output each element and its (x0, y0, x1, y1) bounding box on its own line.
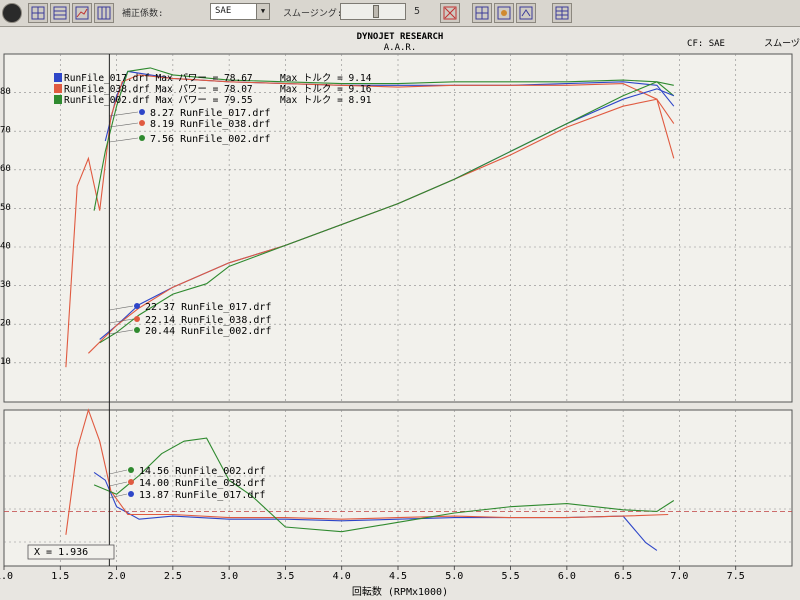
hand-icon (497, 6, 511, 20)
x-tick-label: 1.0 (0, 571, 13, 582)
grid-icon (475, 6, 489, 20)
x-tick-label: 5.5 (502, 571, 520, 582)
chevron-down-icon: ▼ (256, 4, 269, 19)
export-button[interactable] (516, 3, 536, 23)
cursor-marker (128, 479, 134, 485)
cursor-marker (134, 303, 140, 309)
table-view-button[interactable] (94, 3, 114, 23)
x-tick-label: 4.5 (389, 571, 407, 582)
afr-cursor-labels: 14.56 RunFile_002.drf14.00 RunFile_038.d… (109, 466, 265, 501)
left-tick-label: 80 (0, 87, 11, 97)
cursor-marker (139, 135, 145, 141)
x-tick-label: 6.0 (558, 571, 576, 582)
legend: RunFile_017.drf Max パワー = 78.67 Max トルク =… (54, 73, 372, 106)
afr-plot-area (3, 409, 793, 567)
zoom-button[interactable] (440, 3, 460, 23)
left-tick-label: 20 (0, 319, 11, 329)
cursor-value-label: 20.44 RunFile_002.drf (145, 326, 271, 337)
afr-panel: 14.56 RunFile_002.drf14.00 RunFile_038.d… (3, 408, 793, 567)
cursor-value-label: 7.56 RunFile_002.drf (150, 134, 270, 145)
cursor-readout: X = 1.936 (34, 547, 88, 558)
dyno-chart: DYNOJET RESEARCH A.A.R. CF: SAE スムーヅ Run… (0, 32, 800, 598)
legend-entry: RunFile_002.drf Max パワー = 79.55 (64, 95, 253, 106)
grid-icon (555, 6, 569, 20)
cursor-marker (128, 467, 134, 473)
left-tick-label: 40 (0, 241, 11, 251)
x-tick-label: 1.5 (51, 571, 69, 582)
app-logo-icon (2, 3, 22, 23)
chart-icon (75, 6, 89, 20)
x-tick-label: 3.5 (276, 571, 294, 582)
cursor-marker (128, 491, 134, 497)
left-tick-label: 50 (0, 203, 11, 213)
correction-factor-label: CF: SAE (687, 39, 725, 49)
grid-icon (53, 6, 67, 20)
chart-title: DYNOJET RESEARCH (357, 32, 444, 42)
legend-swatch (54, 73, 62, 82)
print-button[interactable] (472, 3, 492, 23)
cursor-marker (134, 316, 140, 322)
left-tick-label: 10 (0, 357, 11, 367)
chart-subtitle: A.A.R. (384, 43, 417, 53)
smoothing-slider-thumb[interactable] (372, 5, 379, 18)
legend-entry: RunFile_017.drf Max パワー = 78.67 (64, 73, 253, 84)
export-icon (519, 6, 533, 20)
x-tick-label: 4.0 (333, 571, 351, 582)
smoothing-label: スムージング: (283, 9, 343, 19)
x-axis-label: 回転数 (RPMx1000) (352, 585, 448, 598)
correction-label: 補正係数: (122, 9, 164, 19)
x-tick-label: 2.5 (164, 571, 182, 582)
table-icon (97, 6, 111, 20)
legend-torque-entry: Max トルク = 8.91 (280, 95, 372, 106)
smoothing-header-label: スムーヅ (764, 38, 800, 49)
left-tick-label: 30 (0, 280, 11, 290)
cursor-value-label: 22.37 RunFile_017.drf (145, 302, 271, 313)
cursor-value-label: 8.27 RunFile_017.drf (150, 108, 270, 119)
legend-entry: RunFile_038.drf Max パワー = 78.07 (64, 84, 253, 95)
x-axis-ticks: 1.0 1.5 2.0 2.5 3.0 3.5 4.0 4.5 5.0 5.5 6.0 6.5 7.0 7… (0, 566, 745, 582)
compare-button[interactable] (50, 3, 70, 23)
settings-button[interactable] (552, 3, 572, 23)
correction-value: SAE (215, 6, 232, 16)
cursor-value-label: 8.19 RunFile_038.drf (150, 119, 270, 130)
x-tick-label: 5.0 (445, 571, 463, 582)
graph-view-button[interactable] (72, 3, 92, 23)
cursor-value-label: 14.56 RunFile_002.drf (139, 466, 265, 477)
legend-torque-entry: Max トルク = 9.16 (280, 84, 372, 95)
x-tick-label: 7.0 (670, 571, 688, 582)
zoom-icon (443, 6, 457, 20)
x-tick-label: 7.5 (727, 571, 745, 582)
grid-icon (31, 6, 45, 20)
legend-swatch (54, 95, 62, 104)
open-file-button[interactable] (28, 3, 48, 23)
power-torque-panel: RunFile_017.drf Max パワー = 78.67 Max トルク =… (3, 53, 793, 403)
legend-torque-entry: Max トルク = 9.14 (280, 73, 372, 84)
x-tick-label: 3.0 (220, 571, 238, 582)
cursor-value-label: 14.00 RunFile_038.drf (139, 478, 265, 489)
cursor-value-label: 22.14 RunFile_038.drf (145, 315, 271, 326)
cursor-marker (139, 109, 145, 115)
cursor-value-label: 13.87 RunFile_017.drf (139, 490, 265, 501)
smoothing-value: 5 (414, 6, 421, 17)
x-tick-label: 6.5 (614, 571, 632, 582)
cursor-marker (134, 327, 140, 333)
hand-tool-button[interactable] (494, 3, 514, 23)
smoothing-slider[interactable] (340, 3, 406, 20)
left-tick-label: 60 (0, 164, 11, 174)
legend-swatch (54, 84, 62, 93)
cursor-marker (139, 120, 145, 126)
correction-select[interactable]: SAE ▼ (210, 3, 270, 20)
toolbar: 補正係数: SAE ▼ スムージング: 5 (0, 0, 800, 27)
x-tick-label: 2.0 (108, 571, 126, 582)
left-tick-label: 70 (0, 126, 11, 136)
